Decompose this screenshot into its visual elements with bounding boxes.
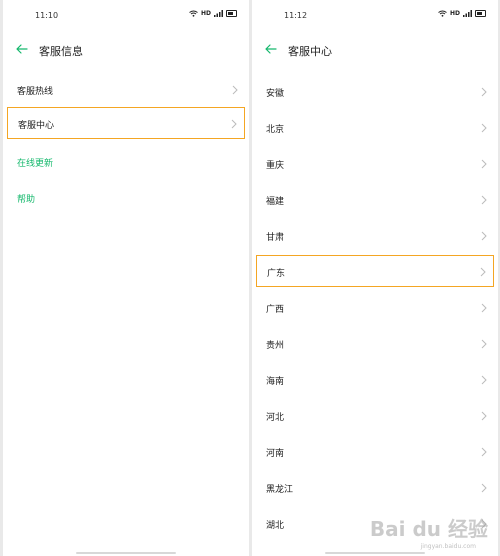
item-label: 帮助 bbox=[17, 195, 36, 205]
list-item-province[interactable]: 甘肃 bbox=[256, 221, 494, 251]
item-label: 重庆 bbox=[266, 161, 285, 171]
chevron-right-icon bbox=[481, 411, 487, 421]
list-item-province[interactable]: 安徽 bbox=[256, 77, 494, 107]
list-item-province[interactable]: 福建 bbox=[256, 185, 494, 215]
list-item-province-highlighted[interactable]: 广东 bbox=[256, 255, 494, 287]
item-label: 甘肃 bbox=[266, 233, 285, 243]
gesture-bar bbox=[76, 552, 176, 554]
list-item-hotline[interactable]: 客服热线 bbox=[7, 75, 245, 105]
item-label: 福建 bbox=[266, 197, 285, 207]
item-label: 北京 bbox=[266, 125, 285, 135]
item-label: 贵州 bbox=[266, 341, 285, 351]
list-item-province[interactable]: 重庆 bbox=[256, 149, 494, 179]
battery-icon bbox=[226, 10, 237, 17]
list-item-help[interactable]: 帮助 bbox=[7, 183, 245, 213]
chevron-right-icon bbox=[481, 339, 487, 349]
item-label: 湖北 bbox=[266, 521, 285, 531]
item-label: 安徽 bbox=[266, 89, 285, 99]
nav-bar: 客服信息 bbox=[3, 36, 249, 64]
list-item-province[interactable]: 河北 bbox=[256, 401, 494, 431]
item-label: 客服中心 bbox=[18, 121, 55, 131]
list-item-province[interactable]: 贵州 bbox=[256, 329, 494, 359]
list-item-province[interactable]: 广西 bbox=[256, 293, 494, 323]
status-icons: HD bbox=[438, 10, 486, 17]
chevron-right-icon bbox=[481, 375, 487, 385]
chevron-right-icon bbox=[481, 159, 487, 169]
page-title: 客服信息 bbox=[39, 45, 83, 58]
right-screen: 11:12 HD 客服中心 安徽 北京 重庆 福建 甘肃 广东 广西 贵州 海南… bbox=[252, 0, 498, 556]
chevron-right-icon bbox=[231, 119, 237, 129]
signal-icon bbox=[463, 10, 472, 17]
chevron-right-icon bbox=[481, 303, 487, 313]
item-label: 客服热线 bbox=[17, 87, 54, 97]
item-label: 广东 bbox=[267, 269, 286, 279]
list-item-province[interactable]: 北京 bbox=[256, 113, 494, 143]
nav-bar: 客服中心 bbox=[252, 36, 498, 64]
item-label: 广西 bbox=[266, 305, 285, 315]
chevron-right-icon bbox=[481, 231, 487, 241]
chevron-right-icon bbox=[480, 267, 486, 277]
left-screen: 11:10 HD 客服信息 客服热线 客服中心 在线更新 帮助 bbox=[3, 0, 249, 556]
watermark-brand: Bai du 经验 bbox=[369, 517, 488, 541]
back-arrow-icon[interactable] bbox=[15, 42, 29, 56]
status-bar: 11:12 HD bbox=[252, 0, 498, 30]
list-item-service-center[interactable]: 客服中心 bbox=[7, 107, 245, 139]
chevron-right-icon bbox=[481, 87, 487, 97]
network-label: HD bbox=[449, 10, 460, 17]
list-item-online-update[interactable]: 在线更新 bbox=[7, 147, 245, 177]
chevron-right-icon bbox=[232, 85, 238, 95]
item-label: 河南 bbox=[266, 449, 285, 459]
wifi-icon bbox=[189, 10, 198, 17]
gesture-bar bbox=[325, 552, 425, 554]
item-label: 河北 bbox=[266, 413, 285, 423]
status-bar: 11:10 HD bbox=[3, 0, 249, 30]
status-icons: HD bbox=[189, 10, 237, 17]
page-title: 客服中心 bbox=[288, 45, 332, 58]
status-time: 11:12 bbox=[284, 11, 308, 20]
list-item-province[interactable]: 黑龙江 bbox=[256, 473, 494, 503]
status-time: 11:10 bbox=[35, 11, 59, 20]
item-label: 海南 bbox=[266, 377, 285, 387]
network-label: HD bbox=[200, 10, 211, 17]
battery-icon bbox=[475, 10, 486, 17]
chevron-right-icon bbox=[481, 123, 487, 133]
chevron-right-icon bbox=[481, 483, 487, 493]
list-item-province[interactable]: 海南 bbox=[256, 365, 494, 395]
back-arrow-icon[interactable] bbox=[264, 42, 278, 56]
list-item-province[interactable]: 河南 bbox=[256, 437, 494, 467]
item-label: 黑龙江 bbox=[266, 485, 294, 495]
signal-icon bbox=[214, 10, 223, 17]
chevron-right-icon bbox=[481, 447, 487, 457]
item-label: 在线更新 bbox=[17, 159, 54, 169]
chevron-right-icon bbox=[481, 195, 487, 205]
wifi-icon bbox=[438, 10, 447, 17]
watermark-url: jingyan.baidu.com bbox=[420, 543, 476, 550]
